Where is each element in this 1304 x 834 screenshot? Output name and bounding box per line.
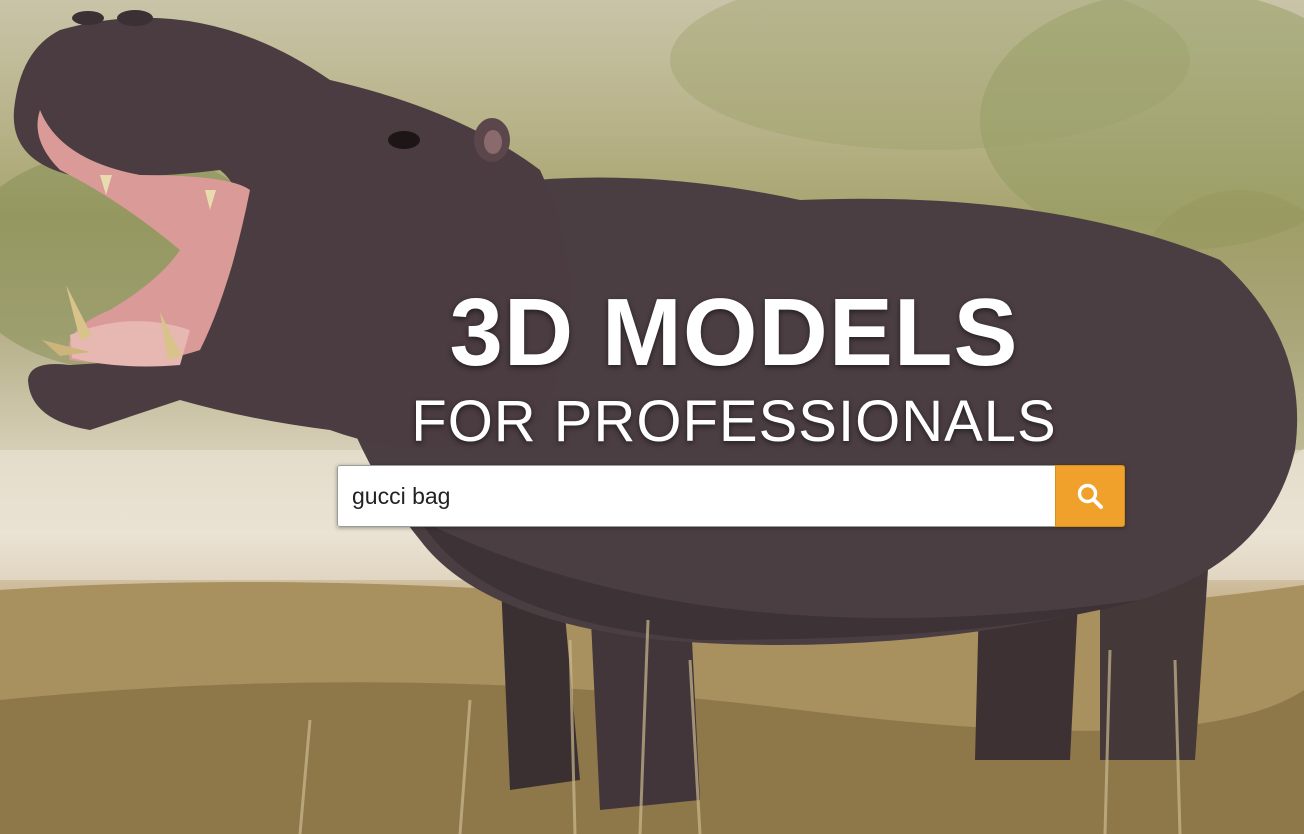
search-input[interactable] [337, 465, 1055, 527]
hero-subheadline: FOR PROFESSIONALS [411, 389, 1057, 454]
search-bar [337, 465, 1125, 527]
hero-banner: 3D MODELS FOR PROFESSIONALS [0, 0, 1304, 834]
search-icon [1077, 483, 1103, 509]
search-button[interactable] [1055, 465, 1125, 527]
hero-headline: 3D MODELS [449, 279, 1019, 386]
